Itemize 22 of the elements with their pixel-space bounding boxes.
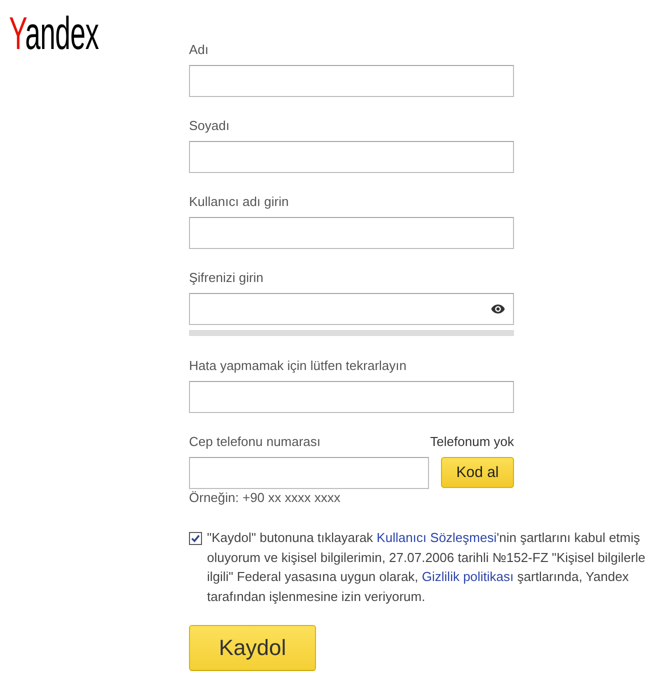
agreement-link[interactable]: Kullanıcı Sözleşmesi: [376, 530, 497, 545]
agreement-link[interactable]: Gizlilik politikası: [422, 569, 514, 584]
register-button[interactable]: Kaydol: [189, 625, 316, 671]
field-label: Adı: [189, 41, 209, 59]
text-input[interactable]: [189, 141, 514, 173]
field-label: Şifrenizi girin: [189, 269, 264, 287]
eye-icon[interactable]: [491, 304, 505, 314]
phone-format-hint: Örneğin: +90 xx xxxx xxxx: [189, 490, 342, 505]
field-label: Soyadı: [189, 117, 230, 135]
password-input[interactable]: [189, 293, 514, 325]
agreement-checkbox[interactable]: [189, 532, 202, 545]
yandex-logo[interactable]: Yandex: [9, 11, 99, 55]
field-label: Cep telefonu numarası: [189, 433, 321, 451]
phone-input[interactable]: [189, 457, 429, 489]
field-label: Kullanıcı adı girin: [189, 193, 289, 211]
field-label: Hata yapmamak için lütfen tekrarlayın: [189, 357, 406, 375]
get-code-button[interactable]: Kod al: [441, 457, 514, 488]
no-phone-link[interactable]: Telefonum yok: [430, 433, 514, 451]
text-input[interactable]: [189, 381, 514, 413]
text-input[interactable]: [189, 217, 514, 249]
agreement-text: "Kaydol" butonuna tıklayarak Kullanıcı Sözleşmesi'nin şartlarını kabul etmiş oluyorum ve kişisel bilgilerimin, 27.07.2006 tarihli №152-FZ "Kişisel bilgilerle ilgili" Federal yasasına uygun olarak, Gizlilik politikası şartlarında, Yandex tarafından işlenmesine izin veriyorum.: [207, 529, 646, 606]
text-input[interactable]: [189, 65, 514, 97]
